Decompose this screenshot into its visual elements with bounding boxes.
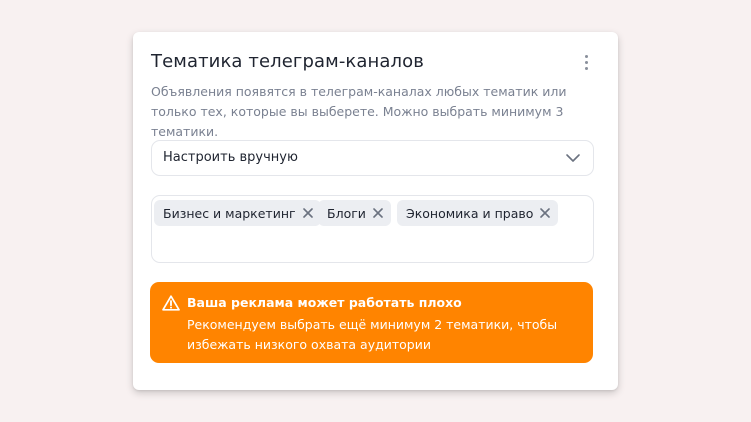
mode-select[interactable]: Настроить вручную (151, 140, 594, 176)
card-title: Тематика телеграм-каналов (151, 51, 424, 72)
close-icon[interactable] (373, 208, 383, 218)
warning-alert: Ваша реклама может работать плохо Рекоме… (150, 282, 593, 363)
warning-icon (162, 295, 180, 311)
tags-input[interactable]: Бизнес и маркетинг Блоги Экономика и пра… (151, 195, 594, 263)
tag-label: Бизнес и маркетинг (163, 205, 296, 221)
close-icon[interactable] (540, 208, 551, 218)
tag-label: Экономика и право (406, 205, 534, 221)
close-icon[interactable] (302, 208, 313, 218)
chevron-down-icon (566, 154, 580, 162)
kebab-menu-icon[interactable] (579, 54, 593, 72)
topics-card: Тематика телеграм-каналов Объявления поя… (133, 32, 618, 390)
mode-select-value: Настроить вручную (163, 150, 298, 165)
alert-text: Рекомендуем выбрать ещё минимум 2 темати… (187, 317, 558, 352)
tag-label: Блоги (327, 205, 366, 221)
alert-title: Ваша реклама может работать плохо (187, 295, 462, 310)
tag-chip: Экономика и право (397, 200, 559, 226)
tag-chip: Бизнес и маркетинг (154, 200, 321, 226)
tag-chip: Блоги (318, 200, 391, 226)
card-description: Объявления появятся в телеграм-каналах л… (151, 84, 567, 139)
